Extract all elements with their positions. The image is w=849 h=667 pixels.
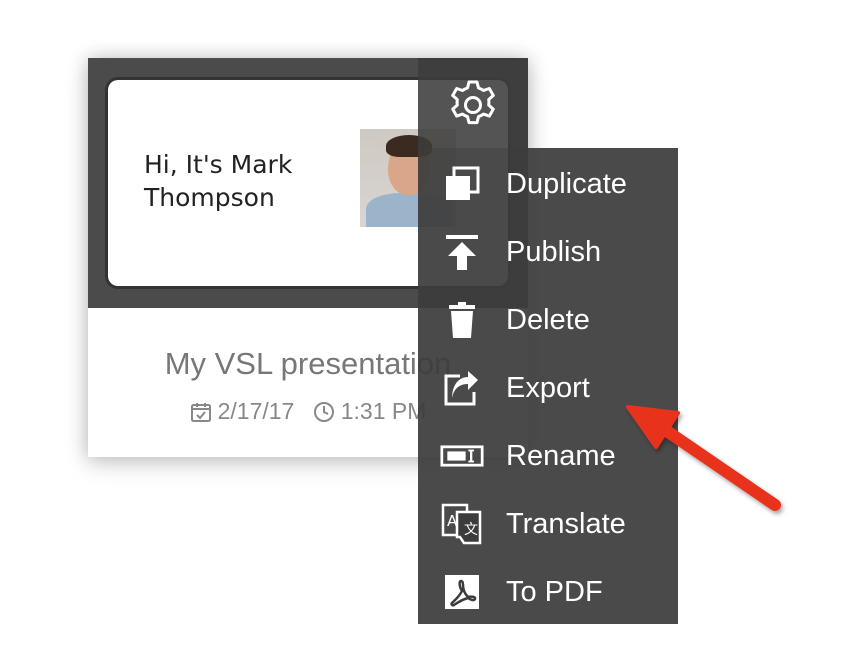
translate-icon: A 文	[440, 502, 484, 546]
svg-text:A: A	[447, 512, 458, 530]
publish-icon	[440, 230, 484, 274]
time-text: 1:31 PM	[340, 398, 427, 424]
menu-item-to-pdf[interactable]: To PDF	[418, 558, 678, 626]
menu-item-publish[interactable]: Publish	[418, 218, 678, 286]
time-meta: 1:31 PM	[313, 398, 427, 425]
pdf-icon	[440, 570, 484, 614]
export-icon	[440, 366, 484, 410]
menu-item-duplicate[interactable]: Duplicate	[418, 150, 678, 218]
gear-icon[interactable]	[446, 78, 500, 132]
menu-label-rename: Rename	[506, 439, 616, 472]
menu-label-to-pdf: To PDF	[506, 575, 603, 608]
svg-text:文: 文	[464, 522, 478, 538]
calendar-icon	[190, 402, 211, 422]
slide-heading-line1: Hi, It's Mark	[144, 150, 293, 179]
slide-heading-line2: Thompson	[144, 183, 275, 212]
date-meta: 2/17/17	[190, 398, 295, 425]
rename-icon	[440, 434, 484, 478]
context-menu: Duplicate Publish Delete Export Rename A…	[418, 148, 678, 624]
menu-item-delete[interactable]: Delete	[418, 286, 678, 354]
menu-label-duplicate: Duplicate	[506, 167, 627, 200]
menu-label-publish: Publish	[506, 235, 602, 268]
menu-label-export: Export	[506, 371, 590, 404]
menu-label-translate: Translate	[506, 507, 626, 540]
clock-icon	[313, 401, 334, 422]
menu-label-delete: Delete	[506, 303, 590, 336]
slide-heading: Hi, It's Mark Thompson	[144, 148, 354, 214]
date-text: 2/17/17	[217, 398, 295, 424]
trash-icon	[440, 298, 484, 342]
duplicate-icon	[440, 162, 484, 206]
annotation-arrow	[626, 405, 781, 511]
